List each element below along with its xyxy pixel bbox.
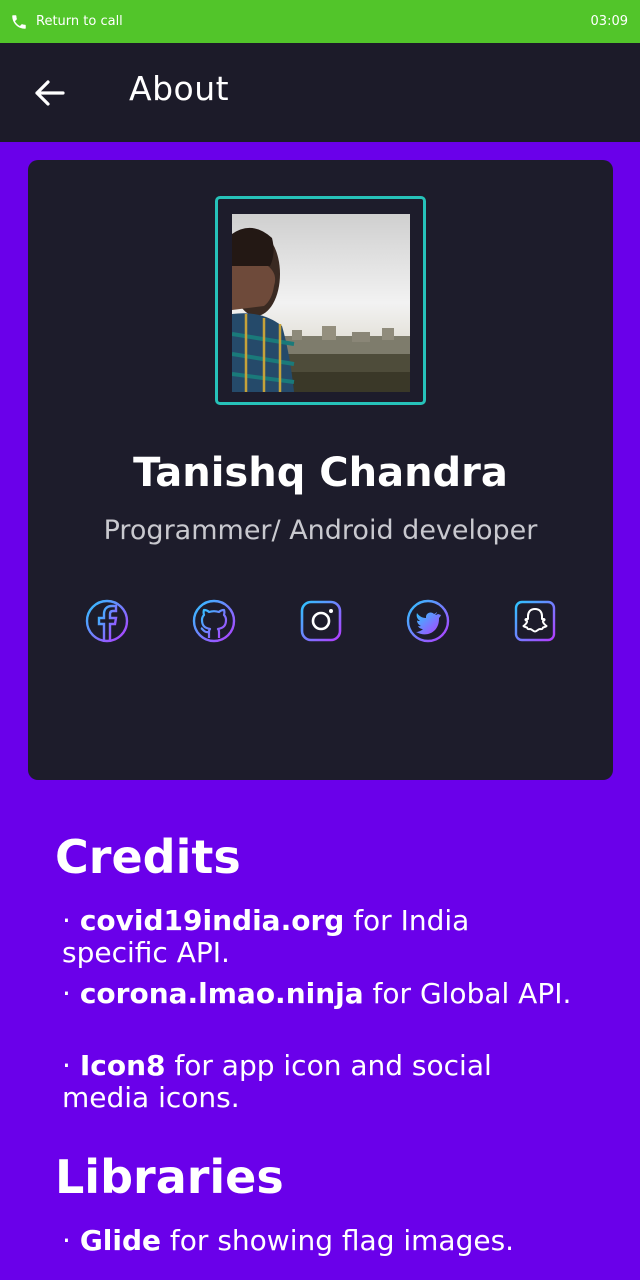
app-toolbar: About bbox=[0, 43, 640, 142]
back-button[interactable] bbox=[26, 72, 72, 114]
library-item: · Glide for showing flag images. bbox=[62, 1225, 582, 1257]
credit-item: · corona.lmao.ninja for Global API. bbox=[62, 978, 582, 1010]
arrow-left-icon bbox=[35, 80, 65, 106]
return-to-call[interactable]: Return to call bbox=[10, 13, 123, 31]
credits-heading: Credits bbox=[55, 830, 241, 884]
facebook-link[interactable] bbox=[84, 598, 130, 644]
profile-photo-image bbox=[232, 214, 410, 392]
credit-source-name: covid19india.org bbox=[79, 904, 345, 937]
credit-description: for Global API. bbox=[363, 977, 572, 1010]
social-links bbox=[84, 598, 558, 644]
profile-card: Tanishq Chandra Programmer/ Android deve… bbox=[28, 160, 613, 780]
bullet: · bbox=[62, 1224, 80, 1257]
instagram-icon bbox=[300, 600, 342, 642]
return-to-call-bar[interactable]: Return to call 03:09 bbox=[0, 0, 640, 43]
github-icon bbox=[192, 599, 236, 643]
credit-source-name: corona.lmao.ninja bbox=[79, 977, 364, 1010]
call-duration: 03:09 bbox=[590, 14, 628, 29]
profile-name: Tanishq Chandra bbox=[133, 450, 508, 496]
bullet: · bbox=[62, 1049, 80, 1082]
bullet: · bbox=[62, 977, 80, 1010]
library-name: Glide bbox=[79, 1224, 162, 1257]
credit-source-name: Icon8 bbox=[79, 1049, 166, 1082]
profile-photo-frame bbox=[215, 196, 426, 405]
phone-icon bbox=[10, 13, 28, 31]
profile-role: Programmer/ Android developer bbox=[103, 515, 538, 546]
twitter-icon bbox=[406, 599, 450, 643]
facebook-icon bbox=[85, 599, 129, 643]
page-title: About bbox=[129, 69, 230, 108]
credit-item: · covid19india.org for India specific AP… bbox=[62, 905, 582, 969]
libraries-heading: Libraries bbox=[55, 1150, 284, 1204]
instagram-link[interactable] bbox=[298, 598, 344, 644]
profile-photo bbox=[232, 214, 410, 392]
github-link[interactable] bbox=[191, 598, 237, 644]
snapchat-icon bbox=[514, 600, 556, 642]
credit-item: · Icon8 for app icon and social media ic… bbox=[62, 1050, 582, 1114]
bullet: · bbox=[62, 904, 80, 937]
library-description: for showing flag images. bbox=[161, 1224, 515, 1257]
twitter-link[interactable] bbox=[405, 598, 451, 644]
return-to-call-label: Return to call bbox=[36, 14, 123, 29]
snapchat-link[interactable] bbox=[512, 598, 558, 644]
